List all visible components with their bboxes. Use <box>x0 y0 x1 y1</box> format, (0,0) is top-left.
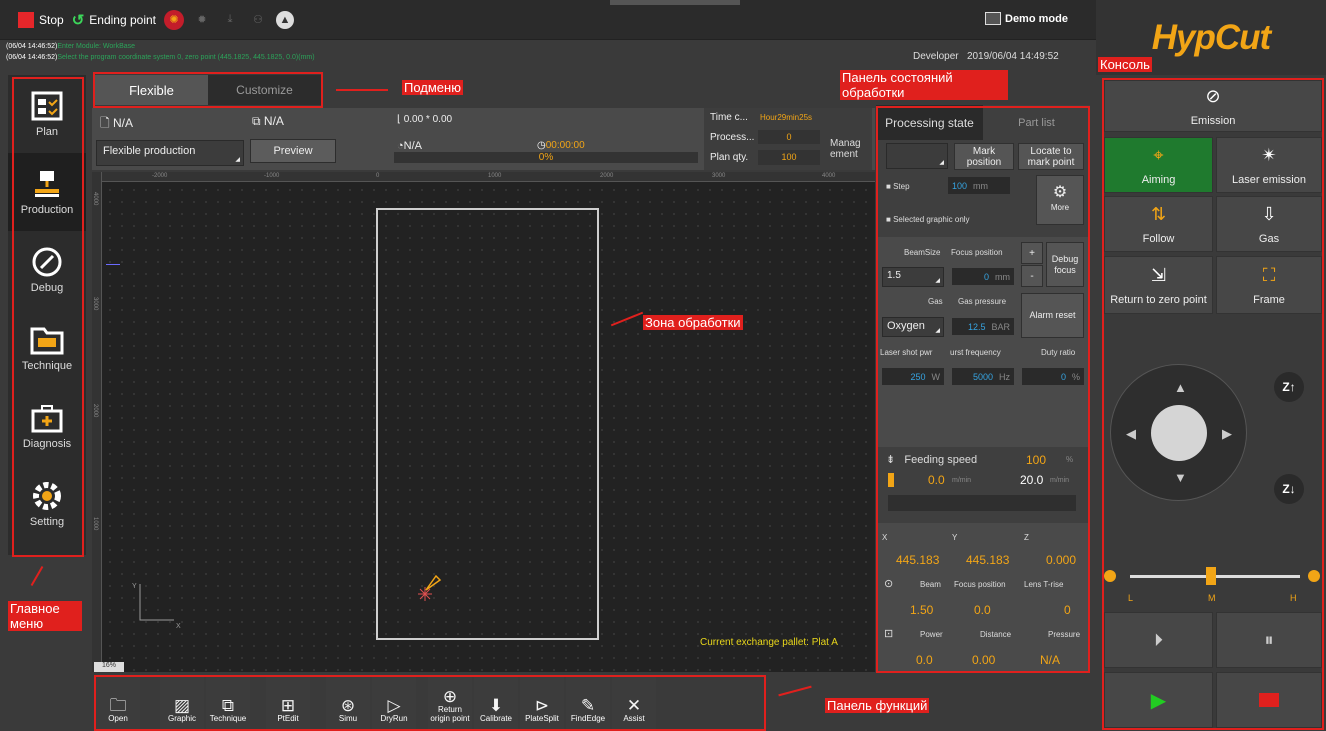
log-time: (06/04 14:46:52) <box>6 54 58 61</box>
annotation-label-status-panel: Панель состояний обработки <box>840 70 1008 100</box>
annotation-box-status-panel <box>876 106 1090 673</box>
progress-text: 0% <box>538 152 554 163</box>
message-log: (06/04 14:46:52)Enter Module: WorkBase (… <box>6 41 315 63</box>
user-datetime: Developer 2019/06/04 14:49:52 <box>913 51 1059 62</box>
dropdown-icon: ◢ <box>235 157 240 163</box>
sheet-outline[interactable] <box>376 208 599 640</box>
user-name: Developer <box>913 51 959 62</box>
ruler-tick: 4000 <box>822 173 836 179</box>
ruler-y: 4000 3000 2000 1000 <box>92 172 102 672</box>
stop-icon <box>18 11 34 28</box>
annotation-arrow <box>30 565 44 587</box>
svg-text:X: X <box>176 623 181 630</box>
annotation-box-console <box>1102 78 1324 730</box>
time-label: Time c... <box>710 112 748 123</box>
ending-point-label: Ending point <box>89 12 156 27</box>
annotation-box-main-menu <box>12 77 84 557</box>
demo-mode-indicator: Demo mode <box>985 12 1068 25</box>
layers-info: ⧉ N/A <box>252 114 284 129</box>
nodes-icon[interactable]: ⚇ <box>248 10 268 30</box>
progress-bar: 0% <box>394 152 698 163</box>
ruler-tick: -2000 <box>152 173 168 179</box>
process-value: 0 <box>758 130 820 144</box>
ruler-tick: 1000 <box>92 517 98 531</box>
layers-icon: ⧉ <box>252 114 261 128</box>
plan-qty-input[interactable]: 100 <box>758 150 820 165</box>
size-value: 0.00 * 0.00 <box>403 114 453 125</box>
laser-off-icon[interactable]: ✺ <box>164 9 184 30</box>
ruler-tick: 1000 <box>488 173 502 179</box>
sun-icon[interactable]: ✹ <box>192 10 212 30</box>
ruler-tick: 2000 <box>600 173 614 179</box>
log-message: Select the program coordinate system 0, … <box>57 54 315 61</box>
laser-head-cursor-icon <box>418 574 442 601</box>
ending-point-icon: ↺ <box>71 11 85 29</box>
annotation-box-submenu <box>93 72 323 108</box>
svg-text:Y: Y <box>132 583 137 590</box>
ruler-marker <box>106 264 120 265</box>
stop-label: Stop <box>39 12 64 27</box>
layers-value: N/A <box>263 114 284 128</box>
time-info: ◷00:00:00 <box>537 140 585 151</box>
log-time: (06/04 14:46:52) <box>6 43 58 50</box>
manage-button[interactable]: Manag ement <box>830 138 870 162</box>
file-icon: 🗋 <box>100 116 110 130</box>
ruler-tick: 2000 <box>92 404 98 418</box>
pallet-status: Current exchange pallet: Plat A <box>700 637 838 648</box>
process-label: Process... <box>710 132 755 143</box>
annotation-label-submenu: Подменю <box>402 80 463 95</box>
ending-point-button[interactable]: ↺ Ending point <box>72 11 156 29</box>
size-icon: ⌊ <box>397 114 401 125</box>
alert-icon[interactable]: ▲ <box>276 10 294 29</box>
plan-qty-label: Plan qty. <box>710 152 749 163</box>
logo-text: HypCut <box>1151 17 1271 57</box>
top-toolbar: Stop ↺ Ending point ✺ ✹ ⤓ ⚇ ▲ <box>0 0 1096 40</box>
ruler-x: -2000 -1000 0 1000 2000 3000 4000 <box>92 172 875 182</box>
annotation-label-function-panel: Панель функций <box>825 698 930 713</box>
annotation-box-function-panel <box>94 675 766 731</box>
production-info-bar: 🗋 N/A ⧉ N/A ⌊ 0.00 * 0.00 ◔N/A ◷00:00:00… <box>92 108 875 170</box>
time-estimate: Hour29min25s <box>760 113 813 122</box>
ruler-tick: 3000 <box>712 173 726 179</box>
window-grip <box>610 0 740 5</box>
datetime: 2019/06/04 14:49:52 <box>966 51 1059 62</box>
annotation-label-console: Консоль <box>1098 57 1152 72</box>
mode-select[interactable]: Flexible production ◢ <box>96 140 244 166</box>
pieces-info: ◔N/A <box>397 140 422 152</box>
annotation-arrow <box>778 685 812 697</box>
log-message: Enter Module: WorkBase <box>57 43 136 50</box>
ruler-tick: 4000 <box>92 192 98 206</box>
clock-icon: ◷ <box>537 140 546 151</box>
file-value: N/A <box>113 116 134 130</box>
annotation-arrow <box>336 89 388 91</box>
pie-icon: ◔ <box>397 140 404 152</box>
pieces-value: N/A <box>403 140 422 152</box>
preview-button[interactable]: Preview <box>250 139 336 163</box>
axis-indicator-icon: Y X <box>132 583 181 630</box>
plan-stats: Time c... Hour29min25s Process... 0 Plan… <box>704 108 872 170</box>
download-icon[interactable]: ⤓ <box>220 10 240 30</box>
file-info: 🗋 N/A <box>100 114 133 135</box>
annotation-label-work-zone: Зона обработки <box>643 315 743 330</box>
annotation-label-main-menu: Главное меню <box>8 601 82 631</box>
ruler-tick: -1000 <box>264 173 280 179</box>
ruler-tick: 0 <box>376 173 380 179</box>
demo-mode-icon <box>985 12 1001 25</box>
demo-mode-label: Demo mode <box>1005 12 1068 25</box>
ruler-tick: 3000 <box>92 297 98 311</box>
mode-select-value: Flexible production <box>103 145 196 157</box>
zoom-level: 16% <box>94 662 124 672</box>
stop-button[interactable]: Stop <box>18 11 64 28</box>
time-value: 00:00:00 <box>545 140 585 151</box>
size-info: ⌊ 0.00 * 0.00 <box>397 114 452 125</box>
